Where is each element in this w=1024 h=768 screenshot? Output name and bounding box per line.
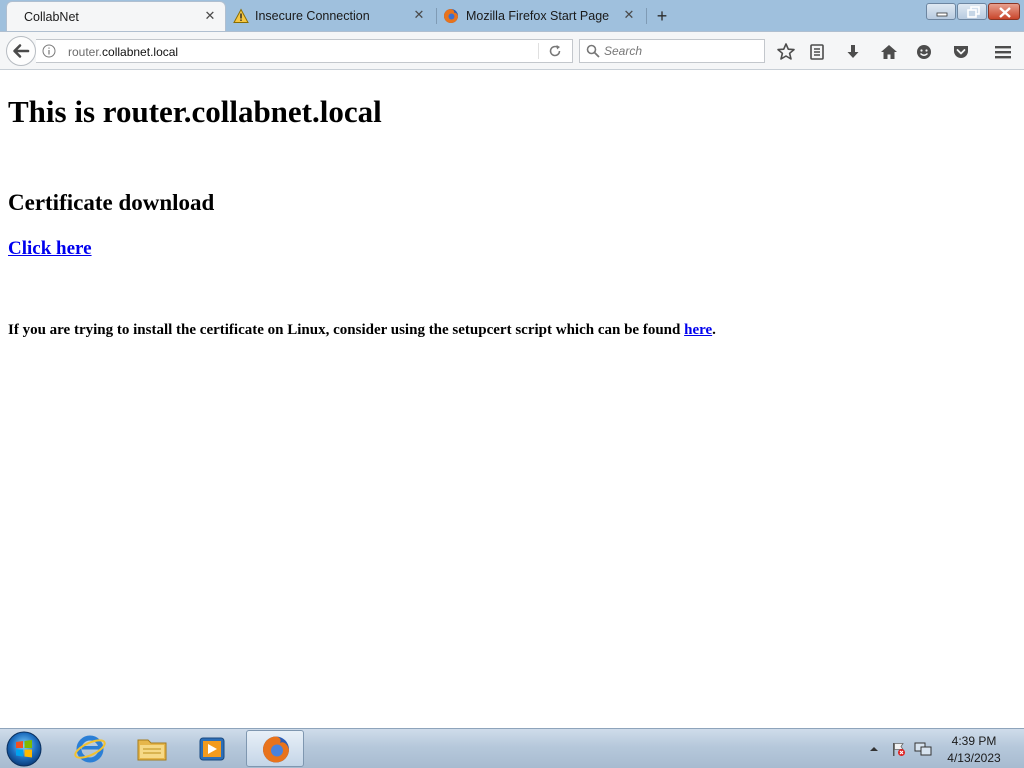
close-tab-icon[interactable]: ✕	[203, 9, 217, 23]
linux-note-text: If you are trying to install the certifi…	[8, 322, 685, 338]
network-icon[interactable]	[914, 741, 932, 757]
home-icon[interactable]	[879, 42, 899, 62]
internet-explorer-icon	[74, 735, 106, 763]
tab-separator	[646, 8, 647, 24]
navigation-toolbar: router.collabnet.local	[0, 31, 1024, 70]
url-prefix: router.	[68, 45, 103, 59]
clock-date[interactable]: 4/13/2023	[934, 751, 1014, 765]
url-host: collabnet.local	[102, 45, 179, 59]
folder-icon	[137, 739, 167, 761]
tab-label: Insecure Connection	[255, 9, 370, 23]
file-explorer-button[interactable]	[124, 730, 180, 767]
close-window-button[interactable]	[988, 3, 1020, 20]
minimize-icon	[936, 12, 948, 17]
warning-icon	[233, 8, 249, 23]
search-input[interactable]	[604, 44, 759, 58]
media-player-icon	[199, 737, 225, 761]
linux-note: If you are trying to install the certifi…	[8, 322, 716, 339]
download-icon[interactable]	[843, 42, 863, 62]
reload-icon[interactable]	[548, 44, 562, 58]
search-bar[interactable]	[579, 39, 765, 63]
url-divider	[538, 43, 539, 59]
firefox-icon	[444, 9, 458, 23]
tab-mozilla-start-page[interactable]: Mozilla Firefox Start Page ✕	[436, 1, 646, 31]
internet-explorer-button[interactable]	[62, 730, 118, 767]
taskbar: 4:39 PM 4/13/2023	[0, 728, 1024, 768]
clock-time[interactable]: 4:39 PM	[934, 734, 1014, 748]
tab-insecure-connection[interactable]: Insecure Connection ✕	[226, 1, 436, 31]
certificate-heading: Certificate download	[8, 190, 215, 215]
tab-label: Mozilla Firefox Start Page	[466, 9, 610, 23]
address-bar[interactable]: router.collabnet.local	[36, 39, 573, 63]
media-player-button[interactable]	[184, 730, 240, 767]
setupcert-script-link[interactable]: here	[684, 322, 712, 338]
bookmark-star-icon[interactable]	[776, 42, 796, 62]
pocket-icon[interactable]	[951, 42, 971, 62]
back-button[interactable]	[6, 36, 36, 66]
page-content: This is router.collabnet.local Certifica…	[0, 70, 1024, 728]
tab-label: CollabNet	[24, 10, 79, 24]
hello-icon[interactable]	[914, 42, 934, 62]
page-title: This is router.collabnet.local	[8, 94, 382, 129]
start-button[interactable]	[4, 730, 44, 768]
action-center-flag-icon[interactable]	[890, 741, 906, 757]
tab-strip: CollabNet ✕ Insecure Connection ✕ Mozill…	[0, 0, 1024, 32]
close-tab-icon[interactable]: ✕	[622, 8, 636, 22]
linux-note-end: .	[712, 322, 716, 338]
url-text[interactable]: router.collabnet.local	[68, 45, 178, 59]
tab-collabnet[interactable]: CollabNet ✕	[6, 1, 226, 31]
minimize-button[interactable]	[926, 3, 956, 20]
back-arrow-icon	[13, 44, 30, 58]
menu-icon[interactable]	[993, 42, 1013, 62]
new-tab-button[interactable]: +	[652, 6, 672, 26]
certificate-download-link[interactable]: Click here	[8, 238, 92, 260]
firefox-icon	[263, 736, 289, 763]
close-tab-icon[interactable]: ✕	[412, 8, 426, 22]
info-icon[interactable]	[42, 44, 56, 58]
restore-button[interactable]	[957, 3, 987, 20]
firefox-taskbar-button[interactable]	[246, 730, 304, 767]
restore-icon	[967, 6, 980, 18]
close-icon	[999, 7, 1011, 18]
reading-list-icon[interactable]	[807, 42, 827, 62]
search-icon	[586, 44, 600, 58]
show-hidden-icons-icon[interactable]	[868, 743, 880, 755]
